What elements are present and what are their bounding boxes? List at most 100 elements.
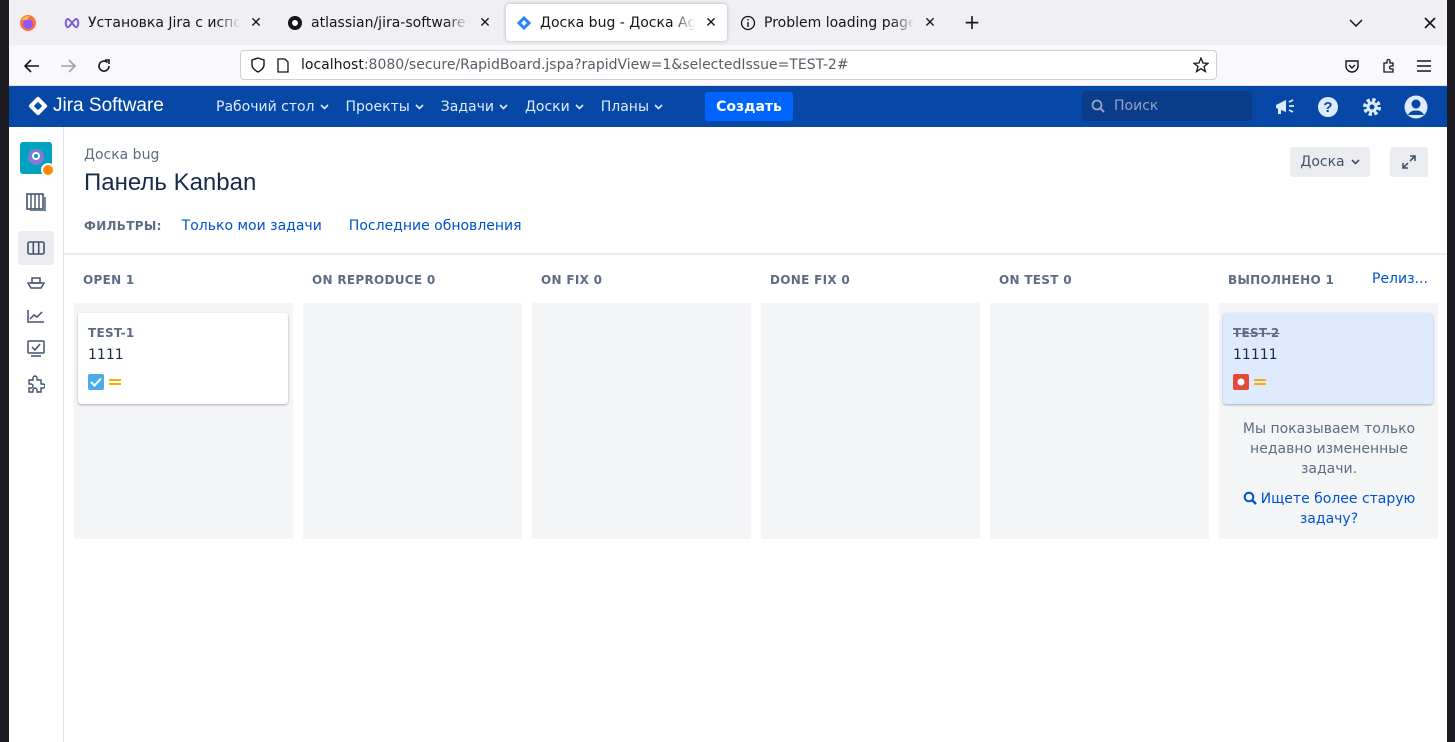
nav-label: Задачи <box>440 98 494 115</box>
tab-title: Доска bug - Доска Agile - Jira <box>540 14 695 31</box>
create-button[interactable]: Создать <box>705 92 793 121</box>
page-icon[interactable] <box>275 56 291 74</box>
column-open[interactable]: TEST-1 1111 <box>74 303 293 539</box>
forward-arrow-icon[interactable] <box>54 53 82 79</box>
releases-icon[interactable] <box>18 332 54 366</box>
reload-icon[interactable] <box>90 53 118 79</box>
search-input[interactable]: Поиск <box>1082 91 1252 121</box>
column-done-fix[interactable] <box>761 303 980 539</box>
chevron-down-icon <box>499 103 508 110</box>
help-icon[interactable]: ? <box>1316 95 1340 119</box>
column-name: ВЫПОЛНЕНО <box>1228 273 1321 287</box>
bookmark-star-icon[interactable] <box>1192 56 1210 74</box>
search-placeholder: Поиск <box>1114 98 1159 114</box>
browser-window: Установка Jira с использованием ✕ atlass… <box>9 0 1447 742</box>
column-on-reproduce[interactable] <box>303 303 522 539</box>
browser-tab-jira-board[interactable]: Доска bug - Доска Agile - Jira ✕ <box>506 4 727 41</box>
column-on-fix[interactable] <box>532 303 751 539</box>
nav-projects[interactable]: Проекты <box>346 99 424 115</box>
page-title: Панель Kanban <box>84 169 257 196</box>
chevron-down-icon <box>575 103 584 110</box>
find-older-issue-link[interactable]: Ищете более старую задачу? <box>1229 489 1429 529</box>
chevron-down-icon <box>319 103 329 110</box>
nav-label: Планы <box>600 98 649 115</box>
avatar[interactable] <box>1404 95 1428 119</box>
window-close-icon[interactable] <box>1419 12 1441 34</box>
url-text[interactable]: localhost:8080/secure/RapidBoard.jspa?ra… <box>301 57 849 73</box>
column-done[interactable]: TEST-2 11111 Мы показываем только недавн… <box>1219 303 1438 539</box>
release-link[interactable]: Релиз... <box>1372 271 1428 287</box>
bug-icon <box>1233 374 1249 390</box>
nav-plans[interactable]: Планы <box>601 99 663 115</box>
info-icon <box>740 15 756 31</box>
firefox-icon[interactable] <box>17 12 39 34</box>
column-header-done: ВЫПОЛНЕНО 1 <box>1228 273 1334 287</box>
pocket-icon[interactable] <box>1338 53 1366 79</box>
url-path: :8080/secure/RapidBoard.jspa?rapidView=1… <box>363 57 849 73</box>
column-name: ON REPRODUCE <box>312 273 423 287</box>
close-icon[interactable]: ✕ <box>246 13 266 33</box>
find-older-issue-text: Ищете более старую задачу? <box>1260 491 1416 527</box>
tab-title: atlassian/jira-software - Docker <box>311 14 469 31</box>
filters-label: ФИЛЬТРЫ: <box>84 219 162 233</box>
url-bar[interactable]: localhost:8080/secure/RapidBoard.jspa?ra… <box>240 50 1217 80</box>
kanban-board-icon[interactable] <box>18 231 54 265</box>
top-navigation: Рабочий стол Проекты Задачи Доски Планы <box>216 86 680 127</box>
nav-dashboard[interactable]: Рабочий стол <box>216 99 329 115</box>
close-icon[interactable]: ✕ <box>920 13 940 33</box>
project-sidebar <box>9 127 64 742</box>
nav-boards[interactable]: Доски <box>525 99 584 115</box>
megaphone-icon[interactable] <box>1273 95 1297 119</box>
close-icon[interactable]: ✕ <box>701 13 721 33</box>
puzzle-addons-icon[interactable] <box>18 367 54 401</box>
chevron-down-icon <box>1351 159 1360 165</box>
tab-bar: Установка Jira с использованием ✕ atlass… <box>9 0 1447 45</box>
jira-logo-icon <box>28 96 48 116</box>
hamburger-menu-icon[interactable] <box>1410 53 1438 79</box>
nav-label: Доски <box>524 98 570 115</box>
task-checkbox-icon <box>88 374 104 390</box>
new-tab-button[interactable]: + <box>961 12 983 34</box>
recent-issues-note: Мы показываем только недавно измененные … <box>1242 421 1416 477</box>
backlog-icon[interactable] <box>18 185 54 219</box>
issue-key[interactable]: TEST-1 <box>88 326 135 340</box>
window-border-left <box>0 0 9 742</box>
filter-only-my-issues[interactable]: Только мои задачи <box>182 218 322 234</box>
breadcrumb[interactable]: Доска bug <box>84 147 159 163</box>
column-count: 0 <box>593 273 603 287</box>
issue-card-selected[interactable]: TEST-2 11111 <box>1223 313 1433 404</box>
docker-icon <box>287 15 303 31</box>
project-avatar[interactable] <box>20 142 55 177</box>
chevron-down-icon[interactable] <box>1345 12 1367 34</box>
jira-icon <box>516 15 532 31</box>
window-border-right <box>1447 0 1455 742</box>
chevron-down-icon <box>654 103 663 110</box>
extension-infinity-icon <box>64 15 80 31</box>
back-arrow-icon[interactable] <box>18 53 46 79</box>
shield-icon[interactable] <box>249 56 267 74</box>
gear-icon[interactable] <box>1360 95 1384 119</box>
extensions-icon[interactable] <box>1375 53 1403 79</box>
close-icon[interactable]: ✕ <box>475 13 495 33</box>
tab-title: Установка Jira с использованием <box>88 14 240 31</box>
nav-issues[interactable]: Задачи <box>441 99 508 115</box>
column-count: 0 <box>1063 273 1072 287</box>
browser-tab-jira-install[interactable]: Установка Jira с использованием ✕ <box>54 4 272 41</box>
browser-tab-docker[interactable]: atlassian/jira-software - Docker ✕ <box>277 4 501 41</box>
nav-label: Рабочий стол <box>216 98 315 115</box>
ship-icon[interactable] <box>18 265 54 299</box>
issue-key[interactable]: TEST-2 <box>1233 326 1280 340</box>
browser-tab-problem[interactable]: Problem loading page ✕ <box>730 4 946 41</box>
issue-summary: 1111 <box>88 347 124 363</box>
reports-chart-icon[interactable] <box>18 299 54 333</box>
issue-card[interactable]: TEST-1 1111 <box>78 313 288 404</box>
column-name: OPEN <box>83 273 122 287</box>
column-header-on-fix: ON FIX 0 <box>541 273 602 287</box>
jira-logo[interactable]: Jira Software <box>27 94 164 118</box>
navigation-toolbar: localhost:8080/secure/RapidBoard.jspa?ra… <box>9 45 1447 86</box>
filter-recently-updated[interactable]: Последние обновления <box>349 218 522 234</box>
column-name: ON FIX <box>541 273 590 287</box>
board-menu-button[interactable]: Доска <box>1290 147 1370 177</box>
expand-icon[interactable] <box>1390 147 1428 177</box>
column-on-test[interactable] <box>990 303 1209 539</box>
